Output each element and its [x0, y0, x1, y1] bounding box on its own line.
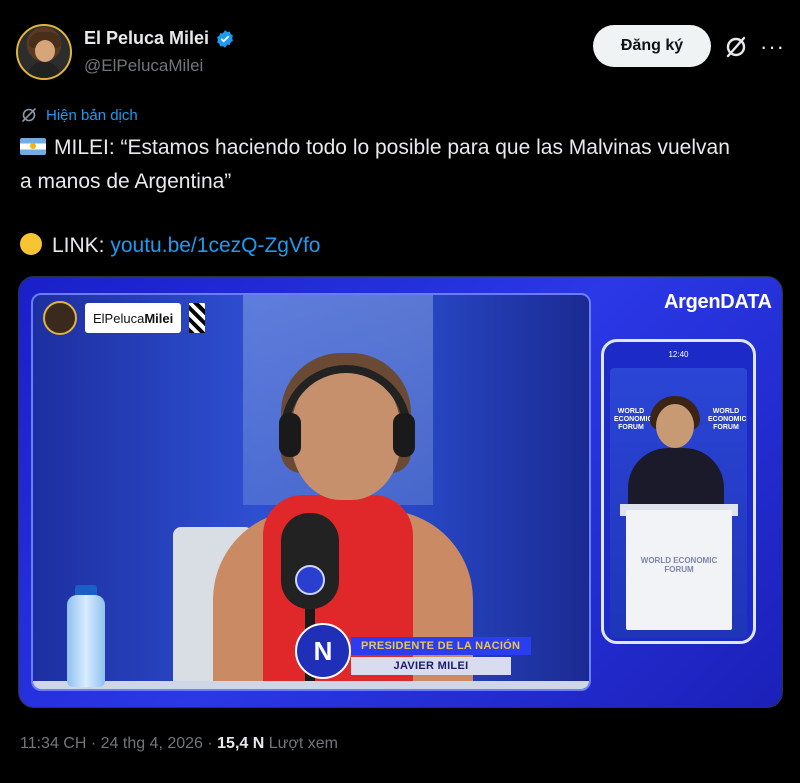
avatar-suit	[28, 62, 60, 78]
phone-time: 12:40	[668, 349, 689, 359]
meta-separator-2: ·	[202, 735, 218, 752]
lower-third-title: PRESIDENTE DE LA NACIÓN	[351, 637, 531, 655]
headphone-left	[279, 413, 301, 457]
show-translation-label: Hiện bản dịch	[46, 106, 138, 124]
views-label: Lượt xem	[268, 735, 338, 752]
wef-logo-left: WORLD ECONOMIC FORUM	[614, 408, 653, 431]
tweet-text-1: MILEI: “Estamos haciendo todo lo posible…	[54, 136, 730, 159]
follow-button[interactable]: Đăng ký	[593, 25, 711, 67]
tweet-time[interactable]: 11:34 CH	[20, 735, 86, 752]
video-frame: PRESIDENTE DE LA NACIÓN JAVIER MILEI N E…	[31, 293, 591, 691]
tweet-link-line: LINK: youtu.be/1cezQ-ZgVfo	[20, 233, 320, 258]
author-avatar[interactable]	[16, 24, 72, 80]
lower-third-logo: N	[295, 623, 351, 679]
mic-logo	[295, 565, 325, 595]
link-prefix: LINK:	[52, 234, 111, 257]
channel-avatar	[43, 301, 77, 335]
translate-icon	[22, 108, 36, 122]
podium-logo: WORLD ECONOMIC FORUM	[640, 556, 718, 574]
tweet-link[interactable]: youtu.be/1cezQ-ZgVfo	[110, 234, 320, 257]
view-count: 15,4 N	[217, 735, 265, 752]
tweet-meta: 11:34 CH · 24 thg 4, 2026 · 15,4 N Lượt …	[20, 735, 338, 753]
podium: WORLD ECONOMIC FORUM	[626, 510, 732, 630]
water-bottle	[67, 595, 105, 687]
tweet-media[interactable]: PRESIDENTE DE LA NACIÓN JAVIER MILEI N E…	[18, 276, 783, 708]
slash-circle-icon[interactable]	[722, 33, 750, 61]
verified-badge-icon	[217, 29, 233, 48]
wef-logo-right: WORLD ECONOMIC FORUM	[708, 408, 747, 431]
author-name[interactable]: El Peluca Milei	[84, 28, 209, 49]
channel-name-bold: Milei	[144, 310, 174, 326]
desk	[33, 681, 589, 689]
avatar-face	[35, 40, 55, 62]
headphone-right	[393, 413, 415, 457]
channel-stripes	[189, 303, 206, 333]
more-icon[interactable]: ···	[760, 34, 785, 60]
phone-mockup: 12:40 WORLD ECONOMIC FORUM WORLD ECONOMI…	[601, 339, 756, 644]
speaker-head	[656, 404, 694, 448]
phone-screen: WORLD ECONOMIC FORUM WORLD ECONOMIC FORU…	[610, 368, 747, 638]
author-handle[interactable]: @ElPelucaMilei	[84, 56, 203, 76]
yellow-circle-icon	[20, 233, 42, 255]
channel-name-plain: ElPeluca	[93, 310, 145, 326]
author-name-row[interactable]: El Peluca Milei	[84, 28, 235, 49]
lower-third-name: JAVIER MILEI	[351, 657, 511, 675]
show-translation-link[interactable]: Hiện bản dịch	[20, 106, 138, 124]
tweet-text-2: a manos de Argentina”	[20, 170, 232, 193]
meta-separator: ·	[86, 735, 101, 752]
channel-name: ElPeluca Milei	[85, 303, 182, 333]
tweet-text-line-1: MILEI: “Estamos haciendo todo lo posible…	[20, 136, 730, 160]
channel-tag: ElPeluca Milei	[43, 301, 206, 335]
argentina-flag-icon	[20, 138, 46, 155]
tweet-date[interactable]: 24 thg 4, 2026	[101, 735, 203, 752]
brand-logo: ArgenDATA	[664, 291, 772, 313]
